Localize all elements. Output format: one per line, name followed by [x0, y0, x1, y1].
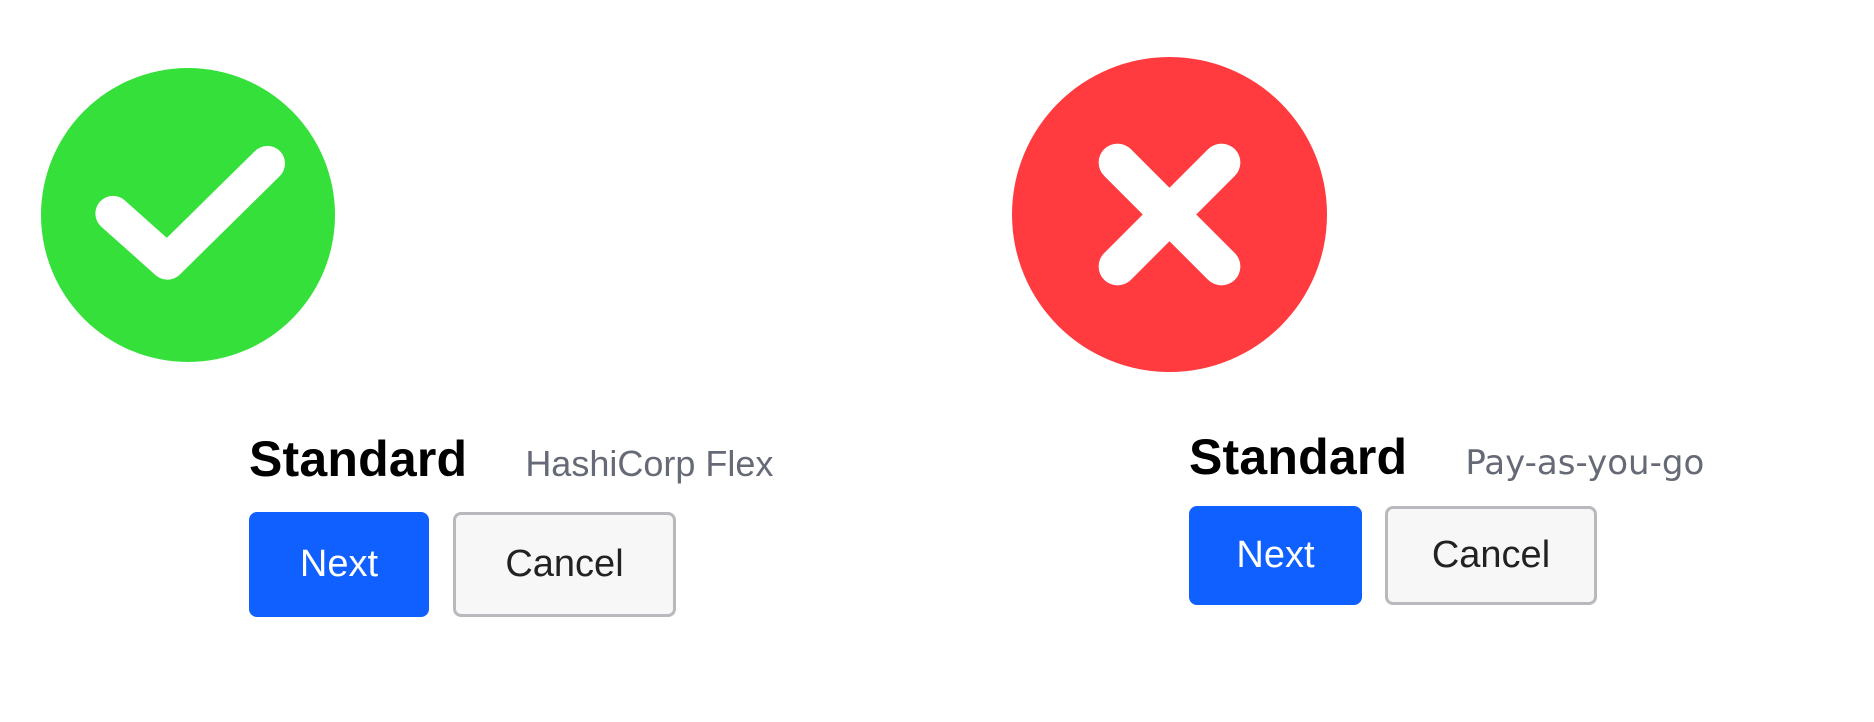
- x-circle-icon: [1012, 57, 1327, 372]
- next-button[interactable]: Next: [1189, 506, 1362, 605]
- correct-example: Standard HashiCorp Flex Next Cancel: [249, 430, 773, 617]
- heading-row: Standard Pay-as-you-go: [1189, 428, 1704, 486]
- incorrect-example: Standard Pay-as-you-go Next Cancel: [1189, 428, 1704, 605]
- plan-name: HashiCorp Flex: [525, 443, 774, 484]
- tier-name: Standard: [1189, 429, 1408, 485]
- button-row: Next Cancel: [249, 512, 773, 617]
- check-circle-icon: [41, 68, 335, 362]
- tier-name: Standard: [249, 431, 468, 487]
- correct-example-panel: Standard HashiCorp Flex Next Cancel: [0, 0, 937, 722]
- next-button[interactable]: Next: [249, 512, 429, 617]
- plan-name: Pay-as-you-go: [1465, 443, 1705, 483]
- button-row: Next Cancel: [1189, 506, 1704, 605]
- cancel-button[interactable]: Cancel: [1385, 506, 1597, 605]
- incorrect-example-panel: Standard Pay-as-you-go Next Cancel: [937, 0, 1874, 722]
- cancel-button[interactable]: Cancel: [453, 512, 676, 617]
- heading-row: Standard HashiCorp Flex: [249, 430, 773, 488]
